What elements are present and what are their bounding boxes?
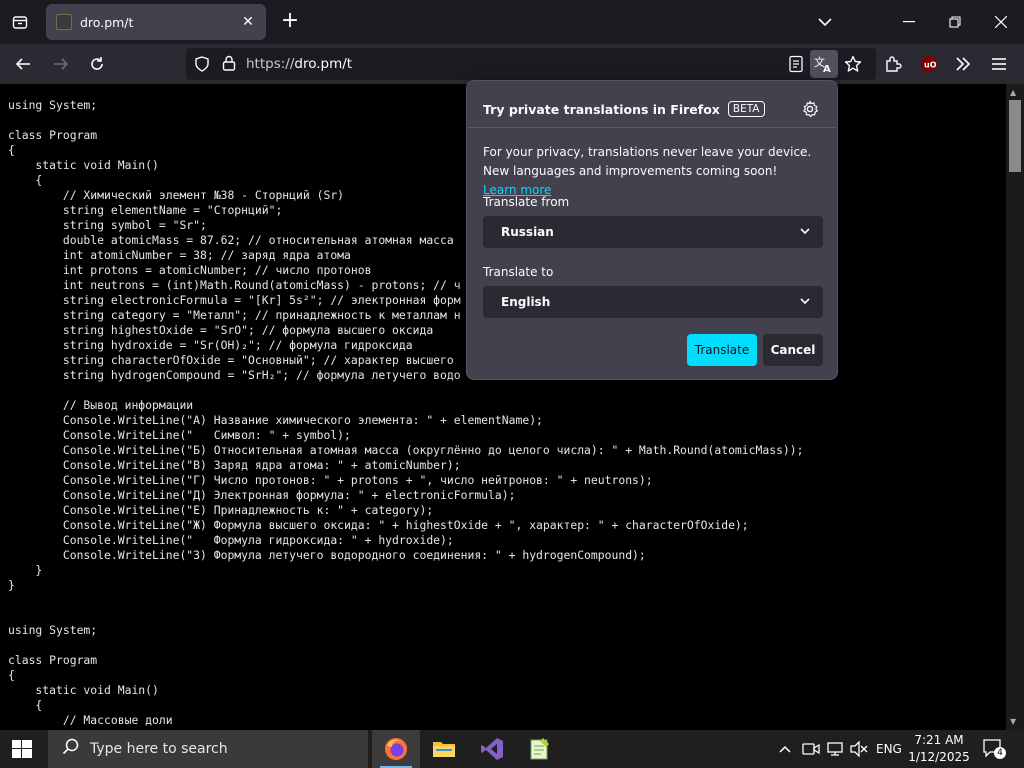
translate-to-label: Translate to <box>483 265 554 279</box>
chevron-down-icon <box>799 225 811 239</box>
extensions-button[interactable] <box>878 50 908 78</box>
forward-button[interactable] <box>46 50 76 78</box>
network-icon[interactable] <box>826 730 844 768</box>
panel-title: Try private translations in Firefox <box>483 101 720 117</box>
taskbar-notepad-plus[interactable] <box>516 730 564 768</box>
windows-taskbar: Type here to search ENG 7:21 AM 1/12/202… <box>0 730 1024 768</box>
privacy-message: For your privacy, translations never lea… <box>483 145 812 197</box>
svg-text:A: A <box>823 64 831 73</box>
reload-button[interactable] <box>82 50 112 78</box>
tracking-protection-shield-icon[interactable] <box>194 56 210 76</box>
firefox-icon <box>385 738 407 760</box>
arrow-right-icon <box>54 58 69 70</box>
ublock-icon: uO <box>921 56 937 72</box>
translate-button[interactable]: Translate <box>687 334 757 366</box>
double-chevron-right-icon <box>956 57 971 71</box>
panel-divider <box>467 127 837 128</box>
scroll-down-arrow-icon[interactable]: ▼ <box>1010 717 1016 726</box>
tab-title: dro.pm/t <box>80 14 134 30</box>
clock[interactable]: 7:21 AM 1/12/2025 <box>904 732 974 766</box>
panel-header: Try private translations in Firefox BETA <box>483 101 765 117</box>
close-window-icon[interactable] <box>978 0 1024 44</box>
meet-now-icon[interactable] <box>802 730 820 768</box>
folder-icon <box>433 742 455 757</box>
translations-panel: Try private translations in Firefox BETA… <box>466 80 838 380</box>
input-language[interactable]: ENG <box>876 730 902 768</box>
show-hidden-icons-chevron-up-icon[interactable] <box>778 730 792 768</box>
scrollbar-thumb[interactable] <box>1009 100 1021 172</box>
list-all-tabs-button[interactable] <box>6 8 34 36</box>
notification-count-badge: 4 <box>994 747 1006 759</box>
tab-bar: dro.pm/t ✕ + <box>0 0 1024 44</box>
lock-icon[interactable] <box>222 55 236 75</box>
site-favicon-icon <box>56 14 72 30</box>
notifications-icon[interactable]: 4 <box>982 738 1006 760</box>
taskbar-visual-studio[interactable] <box>468 730 516 768</box>
puzzle-icon <box>886 56 902 72</box>
ublock-origin-button[interactable]: uO <box>914 50 944 78</box>
notepad-icon <box>530 738 549 760</box>
arrow-left-icon <box>15 58 30 70</box>
translate-from-select[interactable]: Russian <box>483 216 823 248</box>
hamburger-menu-icon <box>992 58 1006 70</box>
tab-dro-pm[interactable]: dro.pm/t ✕ <box>46 4 266 40</box>
tabs-list-icon <box>12 16 28 29</box>
more-tools-button[interactable] <box>948 50 978 78</box>
taskbar-firefox[interactable] <box>372 730 420 768</box>
beta-badge: BETA <box>727 101 765 117</box>
translate-to-select[interactable]: English <box>483 286 823 318</box>
scroll-up-arrow-icon[interactable]: ▲ <box>1010 88 1016 97</box>
new-tab-button[interactable]: + <box>276 10 304 34</box>
search-placeholder: Type here to search <box>90 741 228 757</box>
bookmark-star-icon[interactable] <box>844 55 862 77</box>
windows-start-icon[interactable] <box>12 740 34 758</box>
restore-window-icon[interactable] <box>932 0 978 44</box>
taskbar-file-explorer[interactable] <box>420 730 468 768</box>
svg-text:uO: uO <box>924 61 937 70</box>
address-bar[interactable]: https://dro.pm/t 文A <box>186 48 876 80</box>
search-icon <box>62 738 80 760</box>
clock-time: 7:21 AM <box>914 733 964 747</box>
back-button[interactable] <box>8 50 38 78</box>
translate-page-icon[interactable]: 文A <box>810 50 838 78</box>
cancel-button[interactable]: Cancel <box>763 334 823 366</box>
volume-muted-icon[interactable] <box>850 730 868 768</box>
translate-from-value: Russian <box>501 225 554 239</box>
minimize-window-icon[interactable] <box>886 0 932 44</box>
reload-icon <box>91 57 103 70</box>
clock-date: 1/12/2025 <box>908 750 970 764</box>
vertical-scrollbar[interactable]: ▲ ▼ <box>1006 84 1024 730</box>
url-text: https://dro.pm/t <box>246 56 353 72</box>
translate-from-label: Translate from <box>483 195 570 209</box>
chevron-down-icon <box>799 295 811 309</box>
translate-to-value: English <box>501 295 551 309</box>
gear-icon[interactable] <box>801 100 819 118</box>
reader-view-icon[interactable] <box>788 55 804 77</box>
navigation-toolbar: https://dro.pm/t 文A uO <box>0 44 1024 84</box>
app-menu-button[interactable] <box>984 50 1014 78</box>
tab-overflow-chevron-down-icon[interactable] <box>802 0 848 44</box>
close-tab-icon[interactable]: ✕ <box>238 14 258 30</box>
visual-studio-icon <box>481 738 503 760</box>
taskbar-search-box[interactable]: Type here to search <box>48 730 368 768</box>
